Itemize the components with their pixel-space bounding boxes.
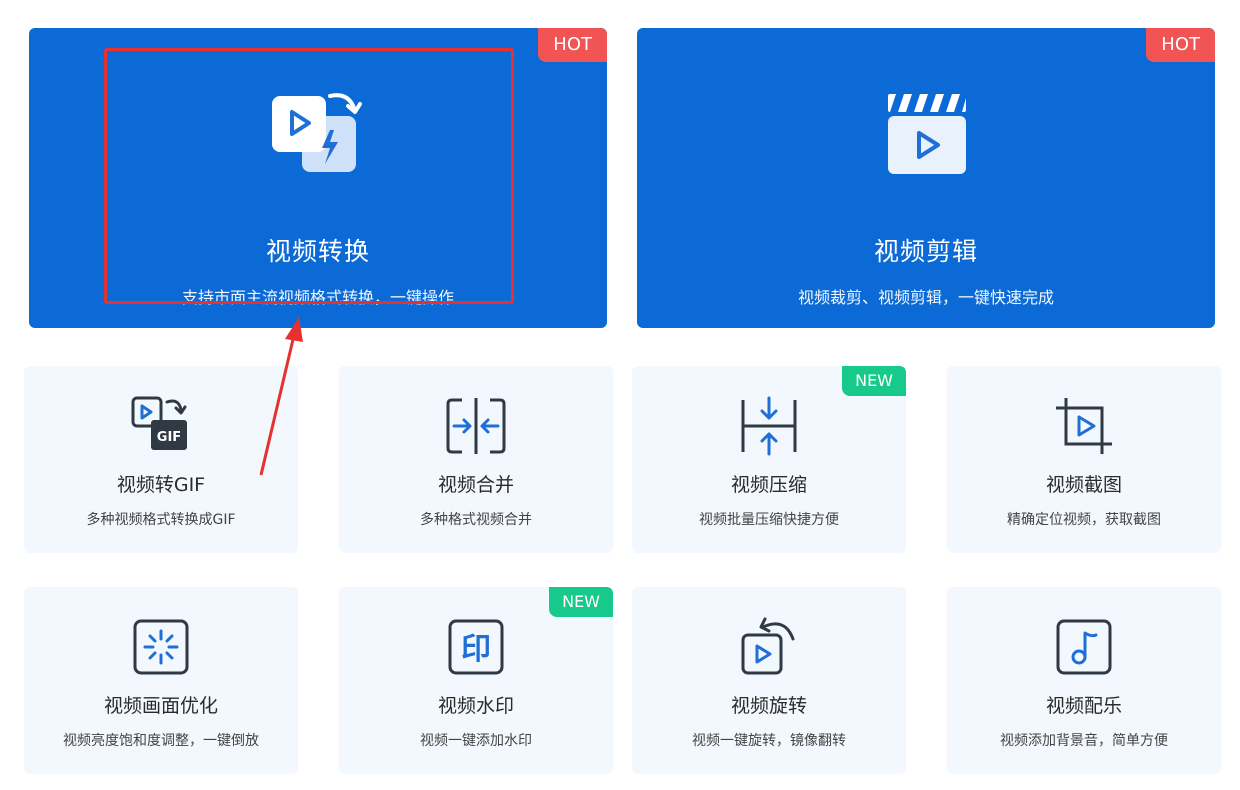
- card-title: 视频转换: [265, 237, 370, 266]
- card-description: 视频一键旋转，镜像翻转: [692, 733, 846, 749]
- music-icon: [1056, 619, 1112, 675]
- new-badge: NEW: [842, 366, 906, 396]
- rotate-icon: [741, 617, 795, 675]
- video-screenshot-card[interactable]: 视频截图 精确定位视频，获取截图: [947, 366, 1221, 553]
- card-description: 支持市面主流视频格式转换，一键操作: [181, 288, 454, 307]
- video-to-gif-icon: GIF: [131, 396, 187, 450]
- crop-icon: [1056, 398, 1112, 454]
- video-edit-card[interactable]: HOT 视频剪辑 视频裁剪、视频剪辑，一键快速完成: [637, 28, 1215, 328]
- brightness-icon: [133, 619, 189, 675]
- video-compress-card[interactable]: NEW 视频压缩 视频批量压缩快捷方便: [632, 366, 906, 553]
- card-description: 视频裁剪、视频剪辑，一键快速完成: [797, 288, 1054, 307]
- video-convert-icon: [272, 93, 362, 172]
- gif-label: GIF: [157, 430, 181, 445]
- video-to-gif-card[interactable]: GIF 视频转GIF 多种视频格式转换成GIF: [24, 366, 298, 553]
- hot-badge: HOT: [1146, 28, 1215, 62]
- watermark-icon: 印: [448, 619, 504, 675]
- card-title: 视频旋转: [730, 695, 807, 717]
- card-description: 视频一键添加水印: [420, 733, 532, 749]
- card-description: 多种视频格式转换成GIF: [86, 512, 236, 528]
- card-title: 视频剪辑: [873, 237, 978, 266]
- card-description: 视频亮度饱和度调整，一键倒放: [63, 733, 259, 749]
- clapperboard-icon: [888, 94, 966, 174]
- new-badge: NEW: [549, 587, 613, 617]
- video-enhance-card[interactable]: 视频画面优化 视频亮度饱和度调整，一键倒放: [24, 587, 298, 774]
- card-description: 视频添加背景音，简单方便: [1000, 733, 1168, 749]
- card-title: 视频截图: [1045, 474, 1122, 496]
- card-title: 视频转GIF: [116, 474, 206, 496]
- merge-icon: [446, 398, 506, 454]
- compress-icon: [741, 396, 797, 456]
- card-description: 多种格式视频合并: [420, 512, 532, 528]
- card-title: 视频合并: [437, 474, 514, 496]
- video-music-card[interactable]: 视频配乐 视频添加背景音，简单方便: [947, 587, 1221, 774]
- video-merge-card[interactable]: 视频合并 多种格式视频合并: [339, 366, 613, 553]
- video-rotate-card[interactable]: 视频旋转 视频一键旋转，镜像翻转: [632, 587, 906, 774]
- card-title: 视频水印: [437, 695, 514, 717]
- card-description: 精确定位视频，获取截图: [1007, 512, 1161, 528]
- card-title: 视频画面优化: [103, 695, 218, 717]
- watermark-glyph: 印: [461, 632, 491, 667]
- card-description: 视频批量压缩快捷方便: [699, 512, 839, 528]
- video-convert-card[interactable]: HOT 视频转换 支持市面主流视频格式转换，一键操作: [29, 28, 607, 328]
- hot-badge: HOT: [538, 28, 607, 62]
- card-title: 视频配乐: [1045, 695, 1122, 717]
- video-watermark-card[interactable]: NEW 印 视频水印 视频一键添加水印: [339, 587, 613, 774]
- card-title: 视频压缩: [730, 474, 807, 496]
